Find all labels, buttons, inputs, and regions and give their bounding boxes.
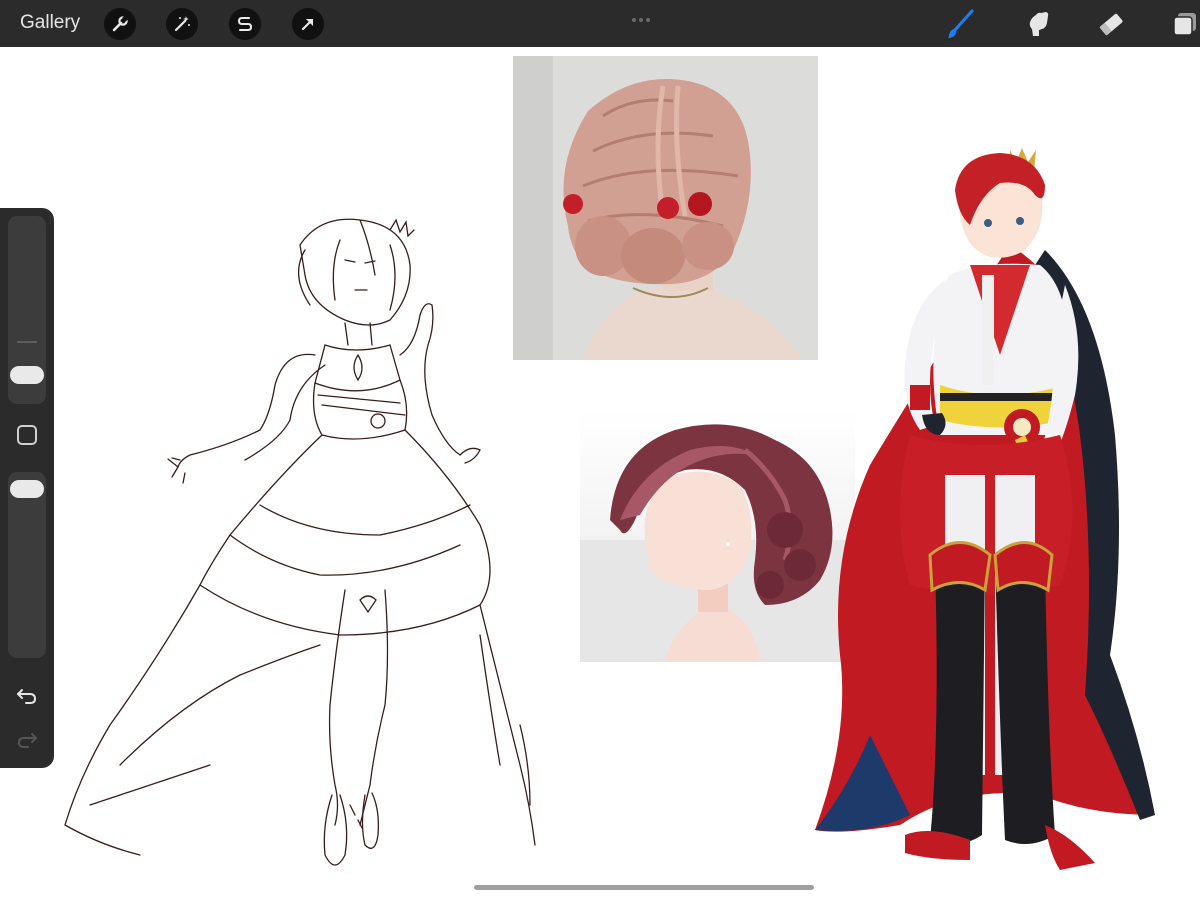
arrow-icon	[301, 18, 314, 31]
character-sketch	[60, 205, 550, 890]
transform-button[interactable]	[292, 8, 324, 40]
modify-button[interactable]	[17, 425, 37, 445]
window-grip[interactable]	[632, 9, 656, 22]
top-toolbar: Gallery	[0, 0, 1200, 47]
adjustments-button[interactable]	[166, 8, 198, 40]
brush-icon	[948, 9, 974, 38]
selection-button[interactable]	[229, 8, 261, 40]
smudge-icon	[1029, 12, 1049, 36]
character-color-reference	[810, 135, 1160, 885]
hairstyle-photo-reference	[513, 56, 818, 360]
layers-icon	[1173, 13, 1196, 36]
eraser-icon	[1099, 13, 1123, 36]
redo-icon	[17, 733, 37, 748]
smudge-tool-button[interactable]	[1020, 7, 1054, 41]
brush-tool-button[interactable]	[944, 7, 978, 41]
left-sidebar	[0, 208, 54, 768]
selection-icon	[237, 17, 253, 31]
wrench-icon	[112, 15, 129, 32]
brush-opacity-knob[interactable]	[10, 480, 44, 498]
gallery-button[interactable]: Gallery	[20, 12, 80, 34]
undo-icon	[17, 689, 37, 704]
slider-tick	[17, 341, 37, 343]
layers-button[interactable]	[1166, 7, 1200, 41]
eraser-tool-button[interactable]	[1094, 7, 1128, 41]
redo-button[interactable]	[13, 728, 41, 752]
undo-button[interactable]	[13, 684, 41, 708]
magic-wand-icon	[174, 16, 190, 32]
brush-size-knob[interactable]	[10, 366, 44, 384]
brush-opacity-slider[interactable]	[8, 472, 46, 658]
brush-size-slider[interactable]	[8, 216, 46, 404]
actions-button[interactable]	[104, 8, 136, 40]
home-indicator[interactable]	[474, 885, 814, 890]
